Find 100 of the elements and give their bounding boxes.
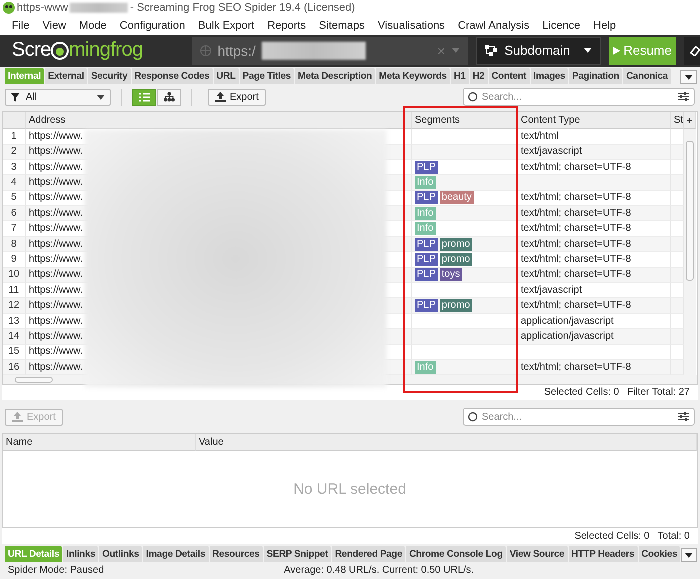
column-header[interactable]: Value <box>196 434 697 451</box>
menu-item[interactable]: Sitemaps <box>319 20 365 32</box>
tab[interactable]: View Source <box>506 546 568 562</box>
status-text: Selected Cells: 0 <box>544 387 620 398</box>
table-cell: application/javascript <box>518 314 671 330</box>
tab[interactable]: Meta Description <box>295 68 376 84</box>
menu-item[interactable]: Help <box>594 20 616 32</box>
tab[interactable]: Chrome Console Log <box>406 546 506 562</box>
menu-item[interactable]: Configuration <box>120 20 186 32</box>
upload-icon <box>215 92 226 102</box>
tab[interactable]: Rendered Page <box>332 546 406 562</box>
table-cell <box>671 190 684 206</box>
tab[interactable]: Pagination <box>569 68 622 84</box>
table-cell: text/html; charset=UTF-8 <box>518 190 671 206</box>
segment-tag: PLP <box>415 238 438 251</box>
list-icon <box>138 92 150 102</box>
menu-item[interactable]: Reports <box>268 20 306 32</box>
settings-icon[interactable] <box>678 412 689 421</box>
tab[interactable]: Content <box>488 68 530 84</box>
tab[interactable]: HTTP Headers <box>568 546 638 562</box>
column-header[interactable]: Content Type <box>518 112 671 130</box>
row-number: 8 <box>3 236 26 252</box>
scrollbar[interactable] <box>684 129 696 376</box>
table-cell: text/html; charset=UTF-8 <box>518 360 671 376</box>
tab[interactable]: Cookies <box>638 546 680 562</box>
menu-item[interactable]: Visualisations <box>378 20 446 32</box>
table-cell: text/html <box>518 129 671 145</box>
row-number: 12 <box>3 298 26 314</box>
segment-tag: Info <box>415 206 436 220</box>
mode-dropdown[interactable]: Subdomain <box>476 36 601 65</box>
tab[interactable]: SERP Snippet <box>264 546 332 562</box>
table-cell: text/html; charset=UTF-8 <box>518 236 671 252</box>
segment-tag: promo <box>440 299 472 312</box>
more-tabs-button[interactable] <box>680 70 697 84</box>
eraser-icon <box>690 46 700 56</box>
segment-tag: PLP <box>415 268 438 282</box>
tree-view-button[interactable] <box>157 88 181 106</box>
column-header[interactable]: Segments <box>412 112 518 130</box>
table-cell: text/html; charset=UTF-8 <box>518 221 671 237</box>
search-field[interactable]: Search... <box>463 408 695 426</box>
table-cell: text/html; charset=UTF-8 <box>518 160 671 176</box>
menu-item[interactable]: View <box>42 20 66 32</box>
menu-item[interactable]: Licence <box>542 20 581 32</box>
segment-tag: PLP <box>415 299 438 312</box>
tab[interactable]: H2 <box>470 68 488 84</box>
tab[interactable]: Images <box>530 68 568 84</box>
menu-item[interactable]: Crawl Analysis <box>458 20 530 32</box>
column-header[interactable]: St <box>671 112 684 130</box>
tab[interactable]: Security <box>88 68 131 84</box>
filter-dropdown[interactable]: All <box>5 88 111 106</box>
row-number: 9 <box>3 252 26 268</box>
tab[interactable]: Response Codes <box>132 68 213 84</box>
toolbar-button[interactable] <box>684 36 700 65</box>
search-field[interactable]: Search... <box>463 88 695 106</box>
row-number: 1 <box>3 129 26 145</box>
column-header[interactable]: Address <box>26 112 412 130</box>
search-icon <box>468 92 478 102</box>
menu-item[interactable]: Mode <box>79 20 107 32</box>
column-header <box>3 112 26 130</box>
tab[interactable]: External <box>45 68 88 84</box>
row-number: 3 <box>3 160 26 176</box>
table-cell <box>671 314 684 330</box>
segment-tag: PLP <box>415 160 438 174</box>
upload-icon <box>12 412 23 422</box>
menu-item[interactable]: Bulk Export <box>198 20 255 32</box>
more-tabs-button[interactable] <box>681 548 697 562</box>
plus-icon <box>687 116 692 124</box>
url-field[interactable]: https:/ × <box>192 36 468 65</box>
row-number: 11 <box>3 283 26 298</box>
row-number: 15 <box>3 344 26 360</box>
table-cell: text/html; charset=UTF-8 <box>518 268 671 284</box>
segment-tag: beauty <box>440 191 474 204</box>
table-cell <box>671 344 684 360</box>
filter-icon <box>11 92 20 102</box>
row-number: 4 <box>3 175 26 191</box>
segment-tag: promo <box>440 238 472 251</box>
segment-tag: PLP <box>415 252 438 266</box>
table-cell: text/html; charset=UTF-8 <box>518 252 671 268</box>
status-text: Selected Cells: 0 <box>574 530 650 542</box>
export-button[interactable]: Export <box>208 88 266 106</box>
tab[interactable]: Meta Keywords <box>376 68 450 84</box>
table-cell <box>671 268 684 284</box>
row-number: 6 <box>3 206 26 222</box>
menu-item[interactable]: File <box>12 20 30 32</box>
segment-tag: Info <box>415 360 436 374</box>
tab[interactable]: H1 <box>450 68 469 84</box>
tab[interactable]: Inlinks <box>63 546 98 562</box>
add-column-button[interactable] <box>684 112 696 130</box>
segment-tag: toys <box>440 268 462 282</box>
column-header[interactable]: Name <box>3 434 196 451</box>
row-number: 14 <box>3 329 26 345</box>
tab[interactable]: URL <box>214 68 239 84</box>
tab[interactable]: Resources <box>210 546 263 562</box>
tab[interactable]: Image Details <box>143 546 209 562</box>
tab[interactable]: Outlinks <box>99 546 142 562</box>
settings-icon[interactable] <box>678 92 689 102</box>
logo-text: Scre <box>12 39 52 62</box>
tab[interactable]: Canonica <box>623 68 672 84</box>
network-icon <box>484 45 497 56</box>
tab[interactable]: Page Titles <box>240 68 294 84</box>
